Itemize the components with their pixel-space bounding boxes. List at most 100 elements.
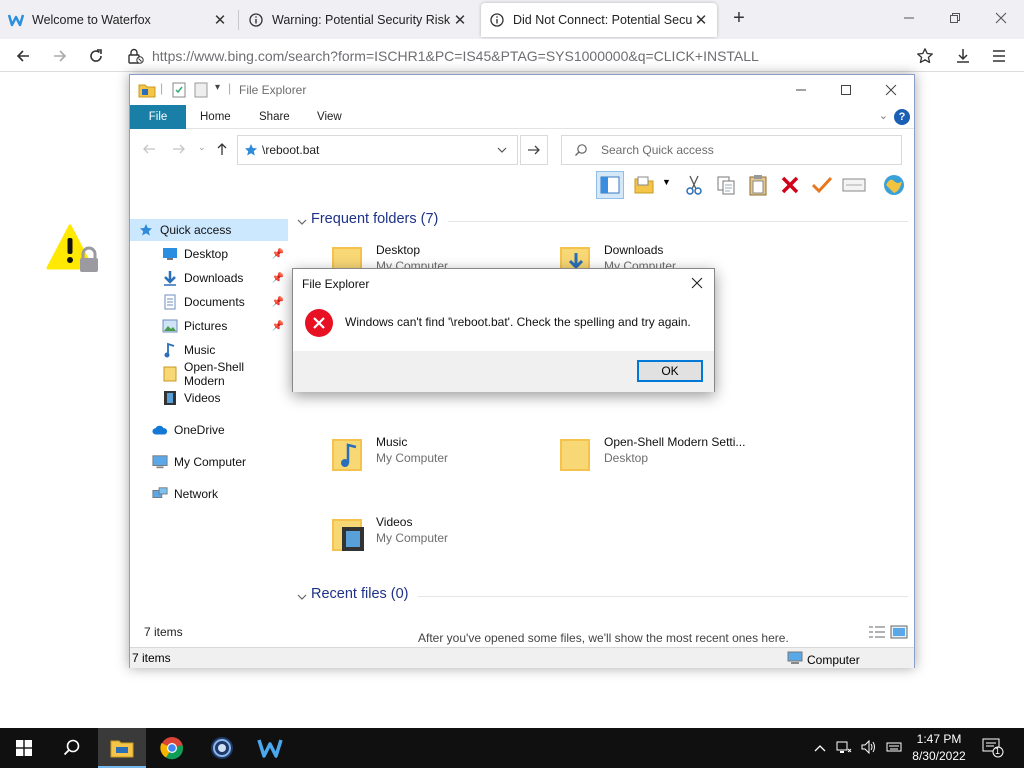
address-row: ⌄ \reboot.bat Search Quick access — [130, 129, 914, 169]
pin-icon[interactable]: 📌 — [272, 249, 284, 260]
properties-icon[interactable] — [172, 82, 186, 101]
folder-videos[interactable]: Videos My Computer — [330, 509, 530, 557]
ribbon-tab-home[interactable]: Home — [192, 105, 239, 129]
explorer-minimize-button[interactable] — [778, 75, 824, 105]
nav-my-computer[interactable]: My Computer — [130, 451, 288, 473]
ok-button[interactable]: OK — [637, 360, 703, 382]
close-tab-icon[interactable]: ✕ — [212, 12, 228, 29]
close-tab-icon[interactable]: ✕ — [693, 12, 709, 29]
rename-check-icon[interactable] — [808, 171, 836, 199]
minimize-button[interactable] — [886, 4, 932, 32]
new-folder-icon[interactable] — [194, 82, 208, 101]
help-icon[interactable]: ? — [894, 109, 910, 125]
expand-ribbon-icon[interactable]: ⌄ — [879, 109, 888, 122]
frequent-folders-header[interactable]: Frequent folders (7) — [311, 211, 438, 227]
menu-hamburger-icon[interactable] — [986, 43, 1012, 69]
paste-icon[interactable] — [744, 171, 772, 199]
network-status-icon[interactable] — [836, 740, 852, 757]
nav-open-shell[interactable]: Open-Shell Modern — [130, 360, 288, 388]
pin-icon[interactable]: 📌 — [272, 273, 284, 284]
recent-empty-message: After you've opened some files, we'll sh… — [418, 631, 789, 645]
start-button[interactable] — [0, 728, 48, 768]
downloads-button[interactable] — [950, 43, 976, 69]
url-text: https://www.bing.com/search?form=ISCHR1&… — [152, 48, 759, 64]
waterfox-taskbar-button[interactable] — [246, 728, 294, 768]
search-input[interactable]: Search Quick access — [561, 135, 902, 165]
ribbon-tab-view[interactable]: View — [309, 105, 350, 129]
back-button[interactable] — [10, 43, 36, 69]
explorer-folder-icon — [138, 82, 156, 101]
address-input[interactable]: \reboot.bat — [237, 135, 518, 165]
cut-icon[interactable] — [680, 171, 708, 199]
nav-onedrive[interactable]: OneDrive — [130, 419, 288, 441]
recent-files-header[interactable]: Recent files (0) — [311, 586, 409, 602]
nav-downloads[interactable]: Downloads 📌 — [130, 267, 288, 289]
properties-box-icon[interactable] — [840, 171, 868, 199]
content-pane: Frequent folders (7) Desktop My Computer… — [290, 203, 914, 645]
nav-documents[interactable]: Documents 📌 — [130, 291, 288, 313]
show-hidden-icons-icon[interactable] — [814, 741, 826, 755]
copy-icon[interactable] — [712, 171, 740, 199]
folder-music[interactable]: Music My Computer — [330, 429, 530, 477]
details-view-icon[interactable] — [868, 625, 886, 642]
folder-open-shell[interactable]: Open-Shell Modern Setti... Desktop — [558, 429, 758, 477]
tab-warning[interactable]: Warning: Potential Security Risk Ah ✕ — [240, 0, 476, 39]
volume-icon[interactable] — [860, 739, 878, 757]
file-explorer-taskbar-button[interactable] — [98, 728, 146, 768]
notification-center-icon[interactable]: 1 — [982, 738, 1004, 761]
chevron-down-icon[interactable] — [497, 143, 507, 157]
nav-music[interactable]: Music — [130, 339, 288, 361]
explorer-title-bar[interactable]: | ▾ | File Explorer — [130, 75, 914, 105]
explorer-maximize-button[interactable] — [823, 75, 869, 105]
quick-access-star-icon — [244, 143, 258, 160]
system-tray — [814, 728, 902, 768]
new-tab-button[interactable]: + — [728, 8, 750, 30]
close-tab-icon[interactable]: ✕ — [452, 12, 468, 29]
tab-welcome[interactable]: Welcome to Waterfox ✕ — [0, 0, 236, 39]
search-icon — [574, 143, 588, 160]
status-location: Computer — [807, 652, 860, 667]
large-icons-view-icon[interactable] — [890, 625, 908, 642]
ribbon-tabs: File Home Share View ⌄ ? — [130, 105, 914, 129]
ribbon-tab-share[interactable]: Share — [251, 105, 298, 129]
explorer-close-button[interactable] — [868, 75, 914, 105]
go-button[interactable] — [520, 135, 548, 165]
bookmark-star-icon[interactable] — [912, 43, 938, 69]
forward-arrow-icon[interactable] — [172, 143, 186, 158]
nav-quick-access[interactable]: Quick access — [130, 219, 288, 241]
recent-locations-icon[interactable]: ⌄ — [198, 142, 206, 153]
dialog-close-button[interactable] — [684, 271, 710, 295]
tab-did-not-connect[interactable]: Did Not Connect: Potential Security ✕ — [481, 3, 717, 37]
new-folder-dropdown-icon[interactable]: ▼ — [632, 171, 671, 199]
globe-icon[interactable] — [880, 171, 908, 199]
desktop-icon — [162, 246, 178, 262]
nav-desktop[interactable]: Desktop 📌 — [130, 243, 288, 265]
nav-label: Open-Shell Modern — [184, 360, 245, 388]
close-window-button[interactable] — [978, 4, 1024, 32]
collapse-chevron-icon[interactable] — [297, 590, 307, 604]
back-arrow-icon[interactable] — [142, 143, 156, 158]
address-bar[interactable]: https://www.bing.com/search?form=ISCHR1&… — [118, 43, 938, 69]
search-button[interactable] — [48, 728, 96, 768]
keyboard-icon[interactable] — [886, 741, 902, 756]
app-taskbar-button[interactable] — [198, 728, 246, 768]
ribbon-tab-file[interactable]: File — [130, 105, 186, 129]
pin-icon[interactable]: 📌 — [272, 297, 284, 308]
pin-icon[interactable]: 📌 — [272, 321, 284, 332]
nav-videos[interactable]: Videos — [130, 387, 288, 409]
lock-icon[interactable] — [126, 47, 144, 68]
delete-icon[interactable] — [776, 171, 804, 199]
clock[interactable]: 1:47 PM 8/30/2022 — [908, 731, 970, 765]
customize-toolbar-icon[interactable]: ▾ — [215, 82, 220, 93]
chrome-taskbar-button[interactable] — [148, 728, 196, 768]
nav-pictures[interactable]: Pictures 📌 — [130, 315, 288, 337]
reload-button[interactable] — [83, 43, 109, 69]
collapse-chevron-icon[interactable] — [297, 215, 307, 229]
nav-network[interactable]: Network — [130, 483, 288, 505]
navigation-pane-icon[interactable] — [596, 171, 624, 199]
open-shell-folder-icon — [558, 433, 594, 473]
restore-button[interactable] — [932, 4, 978, 32]
forward-button[interactable] — [47, 43, 73, 69]
up-arrow-icon[interactable] — [216, 142, 228, 159]
status-bar: 7 items Computer — [130, 647, 914, 668]
